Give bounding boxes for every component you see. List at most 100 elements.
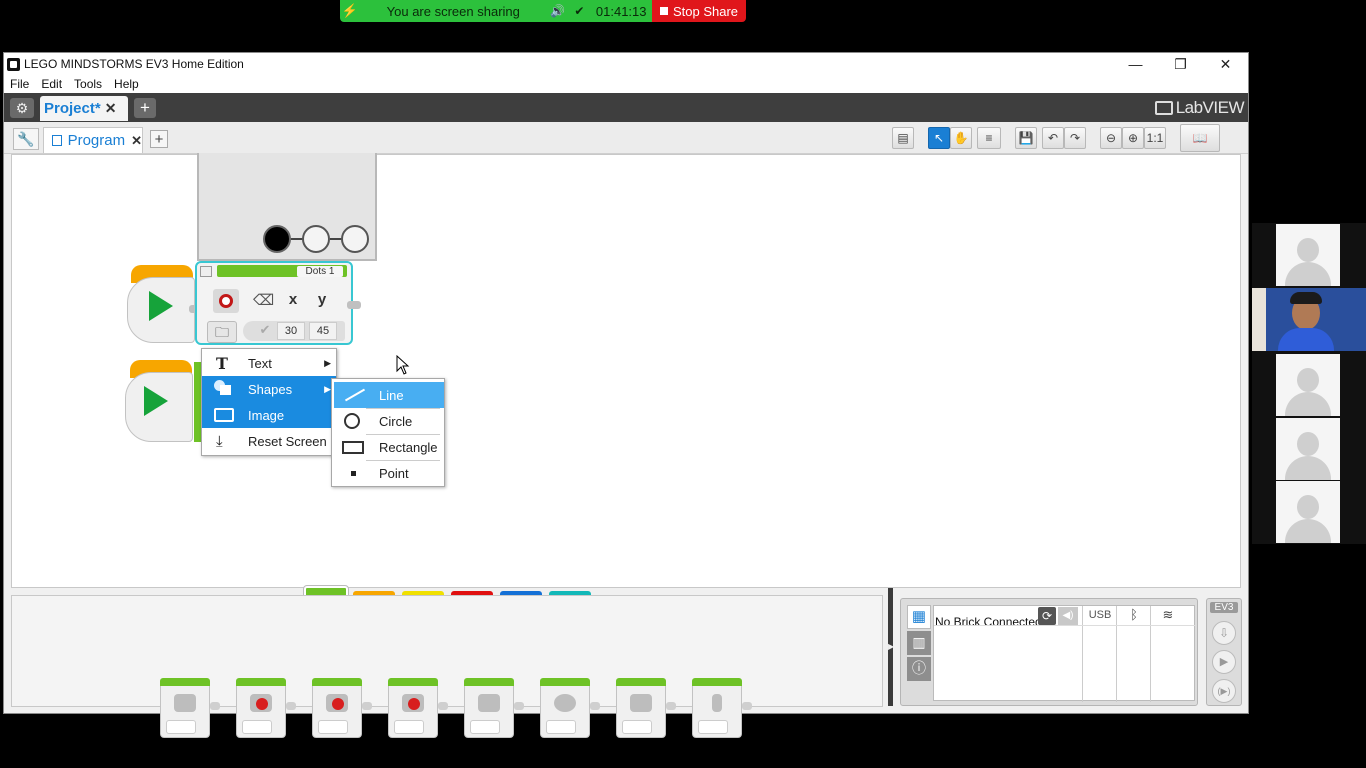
display-block-mode-icon[interactable] [200, 266, 212, 277]
stop-share-label: Stop Share [672, 3, 739, 19]
submenu-item-point[interactable]: Point [334, 460, 444, 486]
menu-item-label: Text [248, 355, 272, 371]
undo-icon[interactable]: ↶ [1042, 127, 1064, 149]
palette-block-invert-motor[interactable] [692, 678, 752, 740]
participant-tile[interactable] [1276, 481, 1340, 543]
project-properties-wrench-icon[interactable]: 🔧 [13, 128, 39, 150]
sound-icon[interactable]: ◀) [1058, 607, 1078, 625]
menu-item-label: Image [248, 407, 285, 423]
hardware-page: ▦ ▥ ⓘ No Brick Connected ⟳ ◀) USB ᛒ ≋ [900, 598, 1198, 706]
menu-help[interactable]: Help [108, 77, 145, 91]
start-block[interactable] [122, 358, 202, 448]
participant-tile[interactable] [1276, 224, 1340, 286]
palette-block-medium-motor[interactable] [160, 678, 220, 740]
port-view-tab-icon[interactable]: ▥ [907, 631, 931, 655]
redo-icon[interactable]: ↷ [1064, 127, 1086, 149]
content-editor-icon[interactable]: ▤ [892, 127, 914, 149]
zoom-out-icon[interactable]: ⊖ [1100, 127, 1122, 149]
share-timer: 01:41:13 [595, 3, 647, 19]
wifi-icon[interactable]: ≋ [1152, 607, 1184, 623]
submenu-item-line[interactable]: Line [334, 382, 444, 408]
menu-item-text[interactable]: T Text ▶ [202, 350, 336, 376]
menu-tools[interactable]: Tools [68, 77, 108, 91]
download-and-run-icon[interactable]: ▶ [1212, 650, 1236, 674]
speaker-icon[interactable]: 🔊 [547, 4, 569, 18]
minimize-button[interactable]: — [1113, 53, 1158, 75]
download-icon[interactable]: ⇩ [1212, 621, 1236, 645]
download-icon: ⤓ [216, 432, 223, 450]
menu-edit[interactable]: Edit [35, 77, 68, 91]
play-icon [144, 386, 168, 416]
display-block[interactable]: Dots 1 🗀 ⌫ x y ✔ 30 45 [195, 261, 361, 345]
available-bricks-tab-icon[interactable]: ⓘ [907, 657, 931, 681]
menu-file[interactable]: File [4, 77, 35, 91]
close-button[interactable]: ✕ [1203, 53, 1248, 75]
submenu-item-label: Point [379, 465, 409, 481]
zoom-reset-icon[interactable]: 1:1 [1144, 127, 1166, 149]
brick-status-text: No Brick Connected [935, 615, 1042, 629]
submenu-arrow-icon: ▶ [324, 383, 331, 394]
x-value-input[interactable]: 30 [277, 322, 305, 340]
menu-bar: File Edit Tools Help [4, 75, 1248, 93]
add-program-button[interactable]: + [150, 130, 168, 148]
zoom-in-icon[interactable]: ⊕ [1122, 127, 1144, 149]
refresh-icon[interactable]: ⟳ [1038, 607, 1056, 625]
screen-share-status: ⚡ You are screen sharing 🔊 ✔ 01:41:13 [340, 0, 652, 22]
select-tool-icon[interactable]: ↖ [928, 127, 950, 149]
menu-item-image[interactable]: Image [202, 402, 336, 428]
tab-project[interactable]: Project* ✕ [40, 96, 128, 121]
display-dot-icon [219, 294, 233, 308]
app-logo-icon [7, 57, 20, 71]
y-value-input[interactable]: 45 [309, 322, 337, 340]
menu-item-shapes[interactable]: Shapes ▶ [202, 376, 336, 402]
mode-selector-folder-icon[interactable]: 🗀 [207, 321, 237, 343]
labview-logo-icon [1154, 101, 1173, 115]
participant-hair [1290, 292, 1322, 304]
mouse-cursor-icon [396, 355, 410, 375]
submenu-item-circle[interactable]: Circle [334, 408, 444, 434]
mode-context-menu: T Text ▶ Shapes ▶ Image ⤓ Reset Screen [201, 348, 337, 456]
eraser-icon: ⌫ [253, 292, 275, 309]
menu-item-reset-screen[interactable]: ⤓ Reset Screen [202, 428, 336, 454]
restore-button[interactable]: ❐ [1158, 53, 1203, 75]
programming-palette [11, 595, 883, 707]
menu-item-label: Reset Screen [248, 433, 327, 449]
pan-tool-icon[interactable]: ✋ [950, 127, 972, 149]
participant-tile[interactable] [1276, 418, 1340, 480]
lobby-home-button[interactable]: ⚙ [10, 98, 34, 118]
submenu-item-label: Circle [379, 413, 413, 429]
palette-block-display[interactable] [464, 678, 524, 740]
add-project-button[interactable]: + [134, 98, 156, 118]
program-tab-close-icon[interactable]: ✕ [131, 133, 142, 149]
palette-block-sound[interactable] [540, 678, 600, 740]
splitter-arrow-icon[interactable]: ▶ [888, 642, 894, 652]
line-icon [344, 388, 366, 402]
divider [1082, 606, 1083, 702]
run-selected-icon[interactable]: (▶) [1212, 679, 1236, 703]
clear-screen-check-icon[interactable]: ✔ [255, 322, 275, 340]
folder-icon [214, 408, 234, 422]
palette-block-brick-status-light[interactable] [616, 678, 676, 740]
palette-block-large-motor[interactable] [236, 678, 296, 740]
preview-dot-empty [341, 225, 369, 253]
divider [934, 625, 1196, 626]
sequence-plug [347, 301, 361, 309]
divider [1150, 606, 1151, 702]
participant-video-tile[interactable] [1252, 288, 1366, 351]
stop-share-button[interactable]: Stop Share [652, 0, 746, 22]
start-block[interactable] [127, 261, 201, 349]
brick-info-tab-icon[interactable]: ▦ [907, 605, 931, 629]
project-tab-close-icon[interactable]: ✕ [105, 100, 117, 117]
brick-info-area: No Brick Connected ⟳ ◀) USB ᛒ ≋ [933, 605, 1196, 702]
bluetooth-icon[interactable]: ᛒ [1118, 607, 1150, 622]
open-book-icon[interactable]: 📖 [1180, 124, 1220, 152]
tab-program[interactable]: Program ✕ [43, 127, 143, 153]
participant-tile[interactable] [1276, 354, 1340, 416]
programming-canvas[interactable]: Dots 1 🗀 ⌫ x y ✔ 30 45 T Text ▶ Shapes ▶… [11, 153, 1241, 588]
palette-block-move-tank[interactable] [388, 678, 448, 740]
save-icon[interactable]: 💾 [1015, 127, 1037, 149]
title-bar: LEGO MINDSTORMS EV3 Home Edition — ❐ ✕ [4, 53, 1248, 75]
submenu-item-rectangle[interactable]: Rectangle [334, 434, 444, 460]
palette-block-move-steering[interactable] [312, 678, 372, 740]
comment-tool-icon[interactable]: ≡ [977, 127, 1001, 149]
